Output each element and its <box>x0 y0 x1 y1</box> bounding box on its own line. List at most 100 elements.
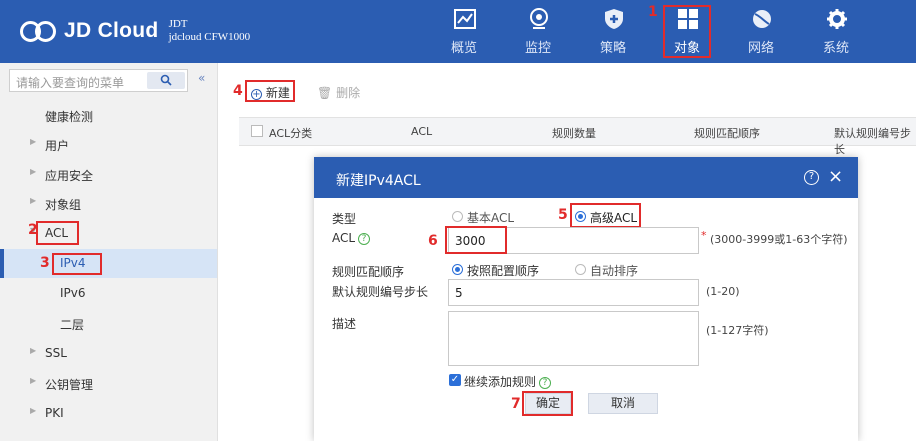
acl-label: ACL? <box>332 231 371 245</box>
sidebar-item-label: 健康检测 <box>45 110 94 124</box>
nav-network-label: 网络 <box>747 41 774 56</box>
sidebar-item-label: IPv6 <box>60 286 86 300</box>
description-label: 描述 <box>332 317 357 331</box>
nav-monitor-label: 监控 <box>524 41 551 56</box>
nav-system-label: 系统 <box>822 41 849 56</box>
help-icon[interactable]: ? <box>804 170 819 185</box>
type-advanced-radio[interactable] <box>575 211 586 222</box>
sidebar-item-layer2[interactable]: 二层 <box>0 309 217 338</box>
type-basic-label: 基本ACL <box>467 211 515 225</box>
annotation-box-ok <box>522 391 573 416</box>
chevron-right-icon: ▶ <box>30 137 37 146</box>
shield-icon <box>605 9 623 29</box>
select-all-checkbox[interactable] <box>251 125 263 137</box>
sidebar-item-label: 用户 <box>45 139 70 153</box>
annotation-number: 3 <box>40 255 50 271</box>
chevron-right-icon: ▶ <box>30 196 37 205</box>
delete-button[interactable]: 🗑 删除 <box>317 84 360 101</box>
annotation-number: 4 <box>233 83 243 99</box>
dialog-title: 新建IPv4ACL <box>336 173 421 189</box>
sidebar-item-label: SSL <box>45 346 67 360</box>
order-auto-label: 自动排序 <box>590 264 639 278</box>
sidebar-item-label: 应用安全 <box>45 169 94 183</box>
sidebar-item-health-check[interactable]: 健康检测 <box>0 101 217 130</box>
nav-overview-label: 概览 <box>450 41 477 56</box>
chevron-right-icon: ▶ <box>30 406 37 415</box>
annotation-box-ipv4 <box>52 253 102 275</box>
order-auto-radio[interactable] <box>575 264 586 275</box>
annotation-box-object <box>663 5 711 58</box>
continue-add-checkbox[interactable]: ✓ <box>449 374 461 386</box>
chevron-right-icon: ▶ <box>30 376 37 385</box>
nav-system[interactable]: 系统 <box>806 0 866 63</box>
acl-hint: (3000-3999或1-63个字符) <box>710 233 848 246</box>
sidebar-item-object-group[interactable]: ▶ 对象组 <box>0 189 217 218</box>
order-config-radio[interactable] <box>452 264 463 275</box>
sidebar-item-public-key[interactable]: ▶ 公钥管理 <box>0 369 217 398</box>
acl-label-text: ACL <box>332 231 356 245</box>
type-basic-radio[interactable] <box>452 211 463 222</box>
nav-policy-label: 策略 <box>599 41 626 56</box>
double-chevron-left-icon[interactable]: « <box>198 71 205 85</box>
top-bar: JD Cloud JDT jdcloud CFW1000 概览 监控 策略 对象… <box>0 0 916 63</box>
trash-icon: 🗑 <box>317 86 333 100</box>
sidebar-item-user[interactable]: ▶ 用户 <box>0 130 217 159</box>
required-mark: * <box>701 229 707 242</box>
gear-icon <box>827 9 847 29</box>
sidebar-item-label: 公钥管理 <box>45 378 94 392</box>
sidebar-item-ipv4[interactable]: IPv4 <box>0 249 217 278</box>
column-header: 规则数量 <box>552 127 596 140</box>
annotation-number: 5 <box>558 207 568 223</box>
continue-add-text: 继续添加规则 <box>464 375 537 389</box>
chevron-right-icon: ▶ <box>30 346 37 355</box>
annotation-number: 1 <box>648 4 658 20</box>
column-header: ACL分类 <box>269 127 313 140</box>
cancel-button[interactable]: 取消 <box>588 393 658 414</box>
nav-overview[interactable]: 概览 <box>434 0 494 63</box>
column-header: 默认规则编号步长 <box>834 127 911 156</box>
description-hint: (1-127字符) <box>706 324 769 337</box>
nav-monitor[interactable]: 监控 <box>508 0 568 63</box>
chevron-right-icon: ▶ <box>30 167 37 176</box>
type-label: 类型 <box>332 212 357 226</box>
search-button[interactable] <box>147 72 185 89</box>
new-button-label: 新建 <box>265 86 290 100</box>
sidebar-item-app-security[interactable]: ▶ 应用安全 <box>0 160 217 189</box>
sidebar-item-pki[interactable]: ▶ PKI <box>0 399 217 428</box>
nav-network[interactable]: 网络 <box>731 0 791 63</box>
jd-cloud-logo-icon <box>20 18 58 44</box>
step-hint: (1-20) <box>706 285 740 298</box>
new-button[interactable]: + 新建 <box>251 84 290 101</box>
plus-circle-icon: + <box>251 89 262 100</box>
annotation-box-acl <box>36 221 79 245</box>
delete-button-label: 删除 <box>336 86 361 100</box>
chart-icon <box>454 9 476 29</box>
annotation-box-acl-input <box>445 226 507 254</box>
column-header: 规则匹配顺序 <box>694 127 760 140</box>
model-line1: JDT <box>168 18 188 30</box>
help-icon[interactable]: ? <box>539 377 552 389</box>
dialog-header: 新建IPv4ACL ? × <box>314 157 858 198</box>
sidebar-item-ssl[interactable]: ▶ SSL <box>0 339 217 368</box>
search-icon <box>160 74 172 86</box>
description-input[interactable] <box>448 311 699 366</box>
sidebar-item-label: 二层 <box>60 318 85 332</box>
globe-icon <box>753 10 771 28</box>
continue-add-label: 继续添加规则? <box>464 373 552 390</box>
brand-name: JD Cloud <box>64 19 159 42</box>
device-model: JDT jdcloud CFW1000 <box>169 18 251 44</box>
close-icon[interactable]: × <box>828 166 843 187</box>
sidebar-item-ipv6[interactable]: IPv6 <box>0 279 217 308</box>
sidebar: 请输入要查询的菜单 « 健康检测 ▶ 用户 ▶ 应用安全 ▶ 对象组 ▼ ACL… <box>0 63 218 441</box>
sidebar-item-label: PKI <box>45 406 64 420</box>
column-header: ACL <box>411 125 433 138</box>
search-placeholder: 请输入要查询的菜单 <box>16 76 125 90</box>
step-label: 默认规则编号步长 <box>332 285 429 299</box>
nav-policy[interactable]: 策略 <box>583 0 643 63</box>
help-icon[interactable]: ? <box>358 233 371 245</box>
sidebar-item-label: 对象组 <box>45 198 82 212</box>
order-config-label: 按照配置顺序 <box>467 264 540 278</box>
menu-search-input[interactable]: 请输入要查询的菜单 <box>9 69 188 92</box>
step-input[interactable] <box>448 279 699 306</box>
annotation-number: 2 <box>28 222 38 238</box>
